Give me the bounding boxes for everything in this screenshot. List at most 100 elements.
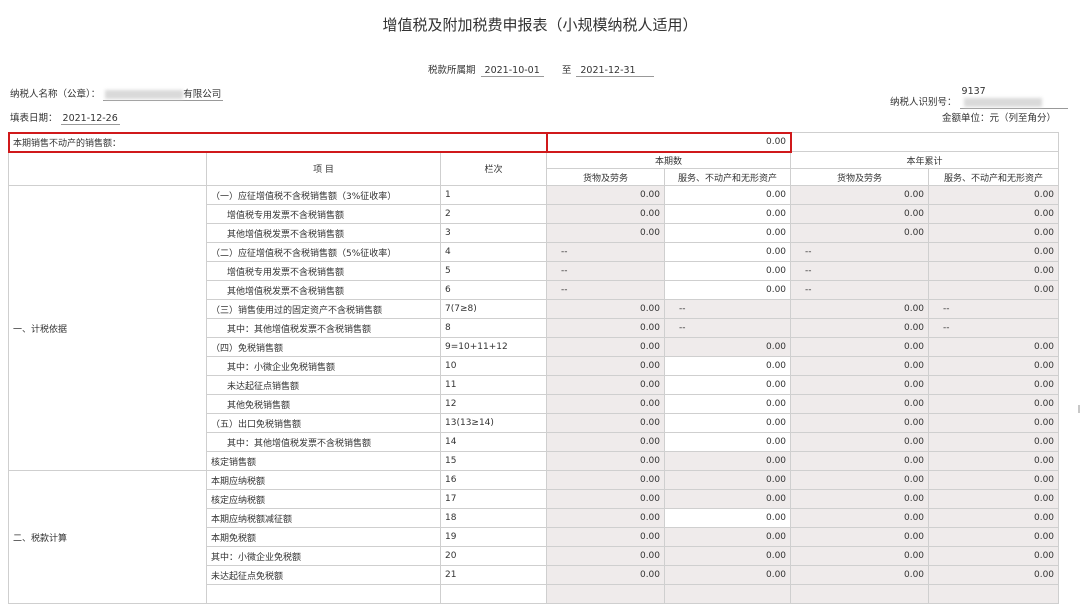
cell-current-services[interactable]: 0.00	[664, 394, 792, 414]
row-item: 增值税专用发票不含税销售额	[206, 261, 441, 281]
cell-current-services[interactable]: 0.00	[664, 242, 792, 262]
cell-ytd-services: 0.00	[928, 280, 1060, 300]
cell-current-goods[interactable]: 0.00	[546, 375, 666, 395]
section-tax-basis: 一、计税依据	[8, 185, 207, 471]
cell-ytd-services: 0.00	[928, 242, 1060, 262]
redacted-id	[963, 98, 1042, 107]
cell-current-services[interactable]: 0.00	[664, 356, 792, 376]
row-col: 21	[439, 565, 548, 585]
cell-current-services: 0.00	[664, 527, 792, 547]
cell-ytd-services: 0.00	[928, 261, 1060, 281]
cell-ytd-goods: 0.00	[790, 489, 930, 509]
cell-current-goods[interactable]: 0.00	[546, 223, 666, 243]
row-col: 12	[439, 394, 548, 414]
cell-current-goods[interactable]: 0.00	[546, 394, 666, 414]
cell-ytd-services: 0.00	[928, 508, 1060, 528]
row-item: 其中：小微企业免税销售额	[206, 356, 441, 376]
row-item: 其中：其他增值税发票不含税销售额	[206, 432, 441, 452]
cell-current-goods: 0.00	[546, 489, 666, 509]
header-ytd: 本年累计	[790, 151, 1060, 169]
declaration-table: 本期销售不动产的销售额： 0.00 项 目 栏次 本期数 本年累计 货物及劳务 …	[7, 131, 1060, 604]
cell-current-goods[interactable]: 0.00	[546, 413, 666, 433]
cell-ytd-services: 0.00	[928, 451, 1060, 471]
row-item: 未达起征点免税额	[206, 565, 441, 585]
row-item: 本期应纳税额减征额	[206, 508, 441, 528]
cell-ytd-goods: 0.00	[790, 527, 930, 547]
cell-current-goods[interactable]: 0.00	[546, 432, 666, 452]
cell-current-services[interactable]: 0.00	[664, 261, 792, 281]
realestate-label: 本期销售不动产的销售额：	[7, 131, 548, 153]
row-item: 未达起征点销售额	[206, 375, 441, 395]
row-col: 18	[439, 508, 548, 528]
period-to-field[interactable]: 2021-12-31	[576, 65, 655, 77]
cell-current-goods[interactable]: 0.00	[546, 204, 666, 224]
redacted-name	[105, 90, 184, 99]
section-tax-calc: 二、税款计算	[8, 470, 207, 604]
cell-ytd-services: 0.00	[928, 546, 1060, 566]
cell-current-goods[interactable]: 0.00	[546, 185, 666, 205]
row-item: 其他增值税发票不含税销售额	[206, 280, 441, 300]
tax-period: 税款所属期 2021-10-01 至 2021-12-31	[428, 62, 656, 77]
cell-current-services: 0.00	[664, 489, 792, 509]
cell-current-services[interactable]: 0.00	[664, 508, 792, 528]
fill-date-field[interactable]: 2021-12-26	[60, 113, 120, 125]
row-col: 4	[439, 242, 548, 262]
cell-ytd-goods: 0.00	[790, 470, 930, 490]
cell-ytd-goods: 0.00	[790, 318, 930, 338]
row-col: 19	[439, 527, 548, 547]
taxpayer-id-field[interactable]: 9137	[959, 86, 1068, 109]
row-col: 3	[439, 223, 548, 243]
row-col: 2	[439, 204, 548, 224]
row-col: 1	[439, 185, 548, 205]
row-col: 9=10+11+12	[439, 337, 548, 357]
cell-current-services[interactable]: 0.00	[664, 432, 792, 452]
header-item: 项 目	[206, 151, 441, 186]
cell-ytd-goods: --	[790, 280, 930, 300]
cell-current-services: 0.00	[664, 337, 792, 357]
cell-current-services[interactable]: 0.00	[664, 375, 792, 395]
row-item: 核定销售额	[206, 451, 441, 471]
cell-ytd-services: 0.00	[928, 394, 1060, 414]
cell-ytd-services: 0.00	[928, 470, 1060, 490]
cell-current-services[interactable]: 0.00	[664, 204, 792, 224]
row-item: （一）应征增值税不含税销售额（3%征收率）	[206, 185, 441, 205]
cell-ytd-goods: 0.00	[790, 432, 930, 452]
form-title: 增值税及附加税费申报表（小规模纳税人适用）	[382, 16, 698, 34]
taxpayer-name: 纳税人名称（公章）： 有限公司	[10, 86, 224, 101]
cell-ytd-goods: --	[790, 261, 930, 281]
cell-ytd-goods: 0.00	[790, 413, 930, 433]
cell-current-services[interactable]: 0.00	[664, 185, 792, 205]
cell-current-goods[interactable]: 0.00	[546, 318, 666, 338]
period-from-field[interactable]: 2021-10-01	[480, 65, 544, 77]
cell-ytd-goods: 0.00	[790, 565, 930, 585]
cell-ytd-services: --	[928, 318, 1060, 338]
taxpayer-name-field[interactable]: 有限公司	[103, 86, 224, 101]
row-item: 其他增值税发票不含税销售额	[206, 223, 441, 243]
cell-current-goods[interactable]: 0.00	[546, 356, 666, 376]
row-col: 10	[439, 356, 548, 376]
cell-ytd-goods: 0.00	[790, 337, 930, 357]
period-to-label: 至	[561, 65, 572, 76]
cell-current-goods: 0.00	[546, 337, 666, 357]
cell-current-services[interactable]: 0.00	[664, 280, 792, 300]
cell-current-goods[interactable]: 0.00	[546, 299, 666, 319]
cell-current-goods[interactable]: 0.00	[546, 508, 666, 528]
row-item: （五）出口免税销售额	[206, 413, 441, 433]
cell-ytd-services: 0.00	[928, 223, 1060, 243]
row-item: 本期免税额	[206, 527, 441, 547]
realestate-input[interactable]: 0.00	[545, 131, 792, 153]
fill-date: 填表日期： 2021-12-26	[10, 110, 120, 125]
taxpayer-name-label: 纳税人名称（公章）：	[10, 89, 101, 100]
row-col: 11	[439, 375, 548, 395]
table-row: 一、计税依据 （一）应征增值税不含税销售额（3%征收率） 1 0.00 0.00…	[8, 185, 1060, 471]
taxpayer-id-value: 9137	[961, 86, 986, 97]
header-ytd-services: 服务、不动产和无形资产	[928, 168, 1060, 186]
row-col: 7(7≥8)	[439, 299, 548, 319]
cell-ytd-goods: 0.00	[790, 508, 930, 528]
cell-current-services[interactable]: 0.00	[664, 413, 792, 433]
taxpayer-name-suffix: 有限公司	[183, 89, 222, 100]
cell-current-services[interactable]: 0.00	[664, 223, 792, 243]
cell-current-services: 0.00	[664, 470, 792, 490]
header-current-goods: 货物及劳务	[546, 168, 666, 186]
row-item: 其中：其他增值税发票不含税销售额	[206, 318, 441, 338]
